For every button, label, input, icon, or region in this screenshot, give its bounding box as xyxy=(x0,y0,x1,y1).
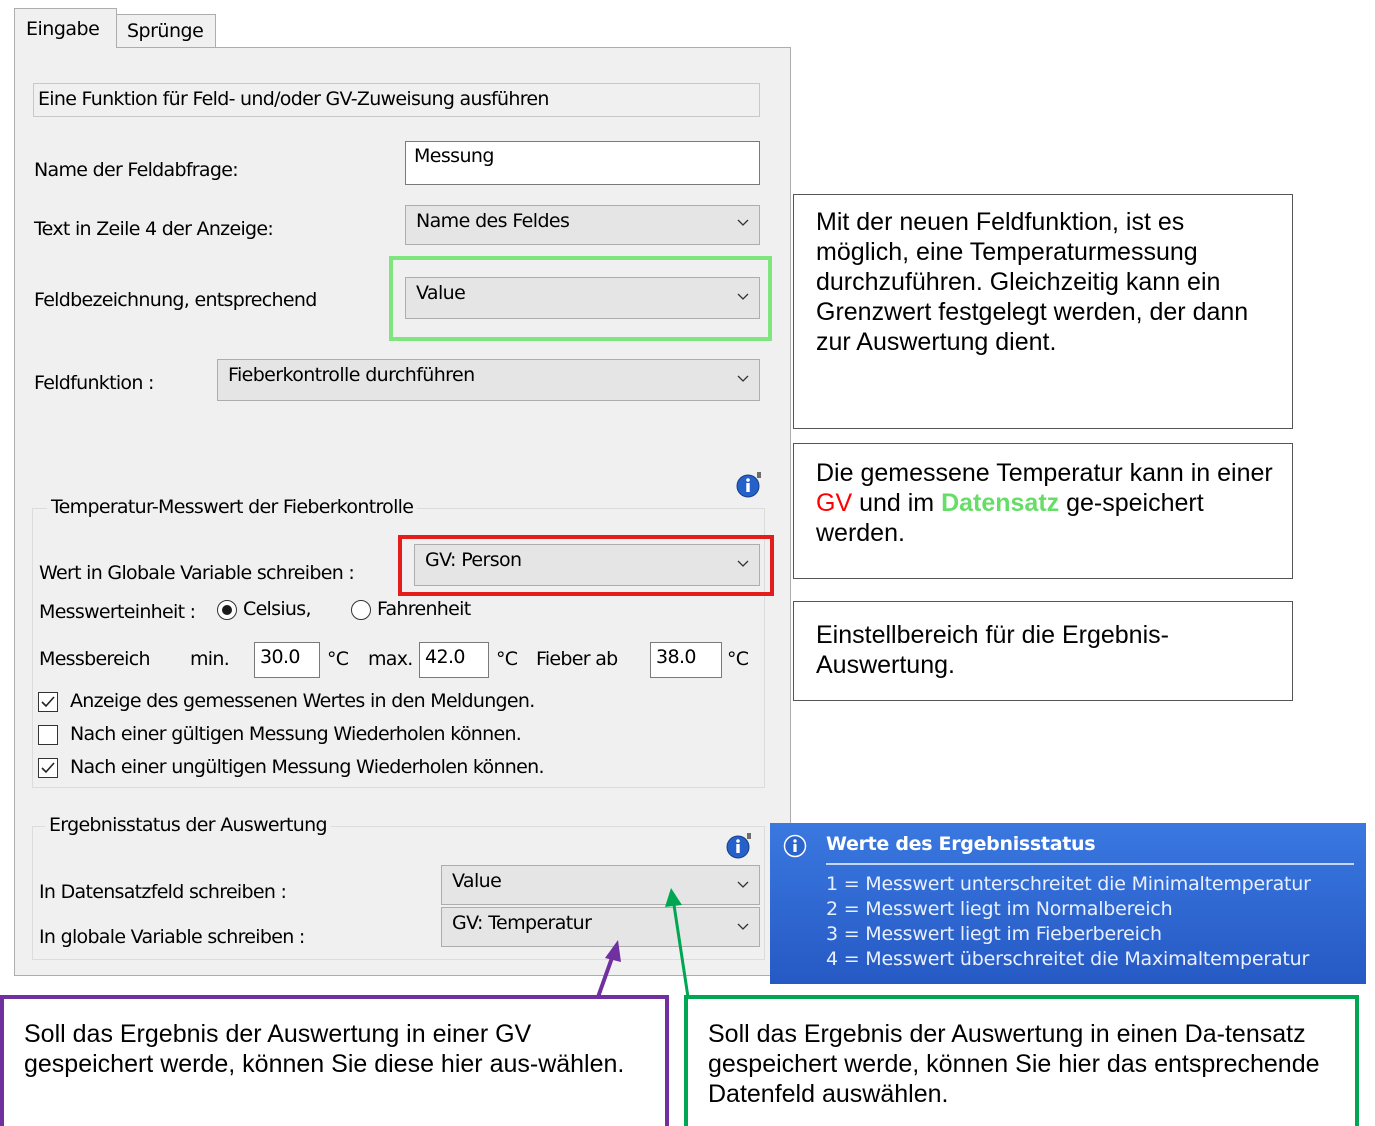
info-icon[interactable] xyxy=(736,472,762,498)
checkbox-gueltig-label: Nach einer gültigen Messung Wiederholen … xyxy=(70,723,522,745)
temperature-group-title: Temperatur-Messwert der Fieberkontrolle xyxy=(47,496,418,518)
checkbox-anzeige-label: Anzeige des gemessenen Wertes in den Mel… xyxy=(70,690,535,712)
celsius-radio[interactable] xyxy=(217,600,237,620)
name-input[interactable]: Messung xyxy=(405,141,760,185)
info-icon xyxy=(783,834,807,858)
feldfunktion-select[interactable]: Fieberkontrolle durchführen xyxy=(217,359,760,401)
checkmark-icon xyxy=(41,762,55,774)
result-status-tooltip: Werte des Ergebnisstatus 1 = Messwert un… xyxy=(770,823,1366,984)
function-description: Eine Funktion für Feld- und/oder GV-Zuwe… xyxy=(33,83,760,117)
tooltip-list: 1 = Messwert unterschreitet die Minimalt… xyxy=(826,872,1311,972)
tooltip-item: 1 = Messwert unterschreitet die Minimalt… xyxy=(826,873,1311,895)
fahrenheit-radio[interactable] xyxy=(351,600,371,620)
gv-write-label: Wert in Globale Variable schreiben : xyxy=(39,562,355,584)
tab-eingabe[interactable]: Eingabe xyxy=(14,8,117,48)
checkbox-anzeige[interactable] xyxy=(38,692,58,712)
note-speicherung-datensatz: Datensatz xyxy=(941,489,1060,517)
note-datensatz-auswahl: Soll das Ergebnis der Auswertung in eine… xyxy=(684,995,1359,1126)
checkmark-icon xyxy=(41,696,55,708)
note-speicherung-gv: GV xyxy=(816,489,853,517)
tab-spruenge[interactable]: Sprünge xyxy=(117,14,216,48)
feldfunktion-select-value: Fieberkontrolle durchführen xyxy=(228,364,475,386)
checkbox-ungueltig[interactable] xyxy=(38,758,58,778)
max-input[interactable]: 42.0 xyxy=(419,642,489,678)
note-speicherung-text-b: und im xyxy=(852,489,942,517)
min-unit: °C xyxy=(327,648,349,670)
zeile4-select-value: Name des Feldes xyxy=(416,210,570,232)
note-speicherung-text-a: Die gemessene Temperatur kann in einer xyxy=(816,459,1273,487)
min-input[interactable]: 30.0 xyxy=(254,642,320,678)
chevron-down-icon xyxy=(737,375,749,382)
datensatz-label: In Datensatzfeld schreiben : xyxy=(39,881,287,903)
result-group-title: Ergebnisstatus der Auswertung xyxy=(45,814,331,836)
note-einstellbereich: Einstellbereich für die Ergebnis-Auswert… xyxy=(793,601,1293,701)
checkbox-ungueltig-label: Nach einer ungültigen Messung Wiederhole… xyxy=(70,756,545,778)
datensatz-select-value: Value xyxy=(452,870,502,892)
range-label: Messbereich xyxy=(39,648,150,670)
green-highlight-box xyxy=(389,256,772,341)
tooltip-item: 3 = Messwert liegt im Fieberbereich xyxy=(826,923,1162,945)
chevron-down-icon xyxy=(737,881,749,888)
zeile4-select[interactable]: Name des Feldes xyxy=(405,205,760,245)
tooltip-divider xyxy=(826,863,1354,865)
note-feldfunktion: Mit der neuen Feldfunktion, ist es mögli… xyxy=(793,194,1293,429)
info-icon[interactable] xyxy=(726,833,752,859)
unit-label: Messwerteinheit : xyxy=(39,601,196,623)
min-label: min. xyxy=(190,648,230,670)
feldbez-label: Feldbezeichnung, entsprechend xyxy=(34,289,317,311)
fieber-label: Fieber ab xyxy=(536,648,618,670)
gv-result-label: In globale Variable schreiben : xyxy=(39,926,305,948)
gv-temperatur-select[interactable]: GV: Temperatur xyxy=(441,907,760,947)
note-speicherung: Die gemessene Temperatur kann in einer G… xyxy=(793,443,1293,579)
red-highlight-box xyxy=(398,535,774,596)
note-gv-auswahl: Soll das Ergebnis der Auswertung in eine… xyxy=(0,995,669,1126)
fieber-unit: °C xyxy=(727,648,749,670)
fahrenheit-label: Fahrenheit xyxy=(377,598,471,620)
feldfunktion-label: Feldfunktion : xyxy=(34,372,154,394)
tooltip-title: Werte des Ergebnisstatus xyxy=(826,833,1096,855)
zeile4-label: Text in Zeile 4 der Anzeige: xyxy=(34,218,274,240)
checkbox-gueltig[interactable] xyxy=(38,725,58,745)
max-unit: °C xyxy=(496,648,518,670)
celsius-label: Celsius, xyxy=(243,598,311,620)
name-label: Name der Feldabfrage: xyxy=(34,159,239,181)
chevron-down-icon xyxy=(737,219,749,226)
tooltip-item: 2 = Messwert liegt im Normalbereich xyxy=(826,898,1173,920)
chevron-down-icon xyxy=(737,923,749,930)
tooltip-item: 4 = Messwert überschreitet die Maximalte… xyxy=(826,948,1310,970)
datensatz-select[interactable]: Value xyxy=(441,865,760,905)
max-label: max. xyxy=(368,648,413,670)
fieber-input[interactable]: 38.0 xyxy=(650,642,722,678)
gv-temperatur-select-value: GV: Temperatur xyxy=(452,912,592,934)
